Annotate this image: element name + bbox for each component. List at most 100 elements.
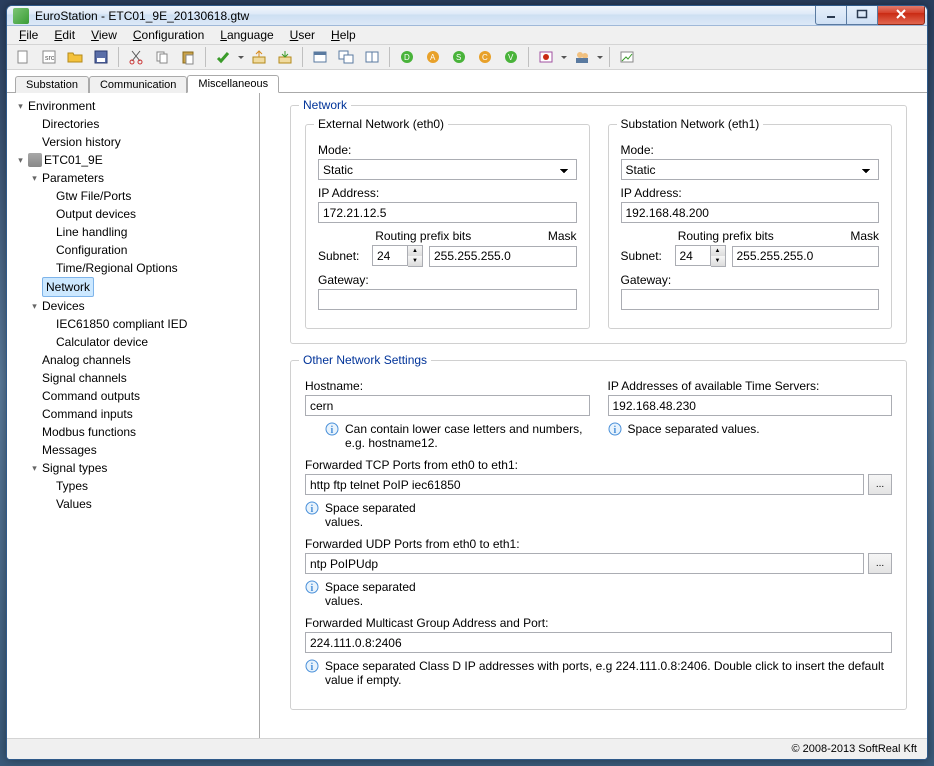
tree-values[interactable]: Values [56,495,92,513]
tree-gtw-file-ports[interactable]: Gtw File/Ports [56,187,131,205]
import-icon[interactable] [273,45,297,69]
menu-user[interactable]: User [282,26,323,44]
tree-signal[interactable]: Signal channels [42,369,127,387]
tree-calculator[interactable]: Calculator device [56,333,148,351]
eth1-prefix-input[interactable] [675,245,711,266]
window2-icon[interactable] [334,45,358,69]
expand-icon[interactable]: ▾ [29,173,40,184]
close-button[interactable] [878,5,925,25]
source-icon[interactable]: src [37,45,61,69]
tree-devices[interactable]: Devices [42,297,85,315]
group-other: Other Network Settings Hostname: i Can c… [290,360,907,710]
client-area: Substation Communication Miscellaneous ▾… [7,70,927,759]
hostname-input[interactable] [305,395,590,416]
eth0-mask-input[interactable] [429,246,577,267]
play-c-icon[interactable]: C [473,45,497,69]
ts-input[interactable] [608,395,893,416]
window3-icon[interactable] [360,45,384,69]
minimize-button[interactable] [815,5,847,25]
tree-network[interactable]: Network [42,277,94,297]
tree-station[interactable]: ETC01_9E [44,151,103,169]
tab-miscellaneous[interactable]: Miscellaneous [187,75,279,93]
tree-iec61850[interactable]: IEC61850 compliant IED [56,315,187,333]
menu-edit[interactable]: Edit [46,26,83,44]
eth1-prefix-spinner[interactable]: ▲▼ [711,245,726,267]
cut-icon[interactable] [124,45,148,69]
mc-input[interactable] [305,632,892,653]
hostname-hint: Can contain lower case letters and numbe… [345,422,590,450]
svg-text:A: A [430,53,436,62]
eth1-ip-label: IP Address: [621,186,880,200]
tab-communication[interactable]: Communication [89,76,187,93]
tree-parameters[interactable]: Parameters [42,169,104,187]
eth1-ip-input[interactable] [621,202,880,223]
eth0-prefix-spinner[interactable]: ▲▼ [408,245,423,267]
tab-substation[interactable]: Substation [15,76,89,93]
tree-messages[interactable]: Messages [42,441,97,459]
tree-time-regional[interactable]: Time/Regional Options [56,259,178,277]
tree-modbus[interactable]: Modbus functions [42,423,136,441]
expand-icon[interactable]: ▾ [15,101,26,112]
info-icon: i [305,659,319,673]
eth0-gw-input[interactable] [318,289,577,310]
menu-configuration[interactable]: Configuration [125,26,212,44]
expand-icon[interactable]: ▾ [29,463,40,474]
tcp-browse-button[interactable]: ... [868,474,892,495]
menu-view[interactable]: View [83,26,125,44]
eth1-mode-select[interactable]: Static [621,159,880,180]
tree-directories[interactable]: Directories [42,115,99,133]
record-dropdown[interactable] [560,46,568,68]
play-v-icon[interactable]: V [499,45,523,69]
play-a-icon[interactable]: A [421,45,445,69]
export-icon[interactable] [247,45,271,69]
titlebar[interactable]: EuroStation - ETC01_9E_20130618.gtw [7,6,927,26]
tree-analog[interactable]: Analog channels [42,351,131,369]
group-other-legend: Other Network Settings [299,353,431,367]
save-icon[interactable] [89,45,113,69]
svg-text:src: src [45,55,55,62]
expand-icon[interactable]: ▾ [29,301,40,312]
check-dropdown[interactable] [237,46,245,68]
play-s-icon[interactable]: S [447,45,471,69]
paste-icon[interactable] [176,45,200,69]
tree-cmd-out[interactable]: Command outputs [42,387,140,405]
window1-icon[interactable] [308,45,332,69]
tree-output-devices[interactable]: Output devices [56,205,136,223]
open-icon[interactable] [63,45,87,69]
eth1-mode-label: Mode: [621,143,880,157]
udp-browse-button[interactable]: ... [868,553,892,574]
info-icon: i [305,580,319,594]
svg-text:C: C [482,53,488,62]
new-icon[interactable] [11,45,35,69]
tcp-input[interactable] [305,474,864,495]
tree-signal-types[interactable]: Signal types [42,459,107,477]
eth0-mode-select[interactable]: Static [318,159,577,180]
tree-line-handling[interactable]: Line handling [56,223,127,241]
udp-input[interactable] [305,553,864,574]
copy-icon[interactable] [150,45,174,69]
record-icon[interactable] [534,45,558,69]
users-icon[interactable] [570,45,594,69]
eth1-gw-input[interactable] [621,289,880,310]
tree-environment[interactable]: Environment [28,97,95,115]
eth0-ip-input[interactable] [318,202,577,223]
settings-icon[interactable] [615,45,639,69]
menu-help[interactable]: Help [323,26,364,44]
app-window: EuroStation - ETC01_9E_20130618.gtw File… [6,5,928,760]
tree-configuration[interactable]: Configuration [56,241,127,259]
users-dropdown[interactable] [596,46,604,68]
tree-version-history[interactable]: Version history [42,133,121,151]
info-icon: i [325,422,339,436]
expand-icon[interactable]: ▾ [15,155,26,166]
check-icon[interactable] [211,45,235,69]
tree-types[interactable]: Types [56,477,88,495]
menu-language[interactable]: Language [212,26,281,44]
eth1-mask-input[interactable] [732,246,880,267]
tree[interactable]: ▾Environment ·Directories ·Version histo… [7,93,260,738]
eth0-prefix-input[interactable] [372,245,408,266]
maximize-button[interactable] [847,5,878,25]
svg-text:V: V [508,53,514,62]
tree-cmd-in[interactable]: Command inputs [42,405,133,423]
menu-file[interactable]: File [11,26,46,44]
play-d-icon[interactable]: D [395,45,419,69]
